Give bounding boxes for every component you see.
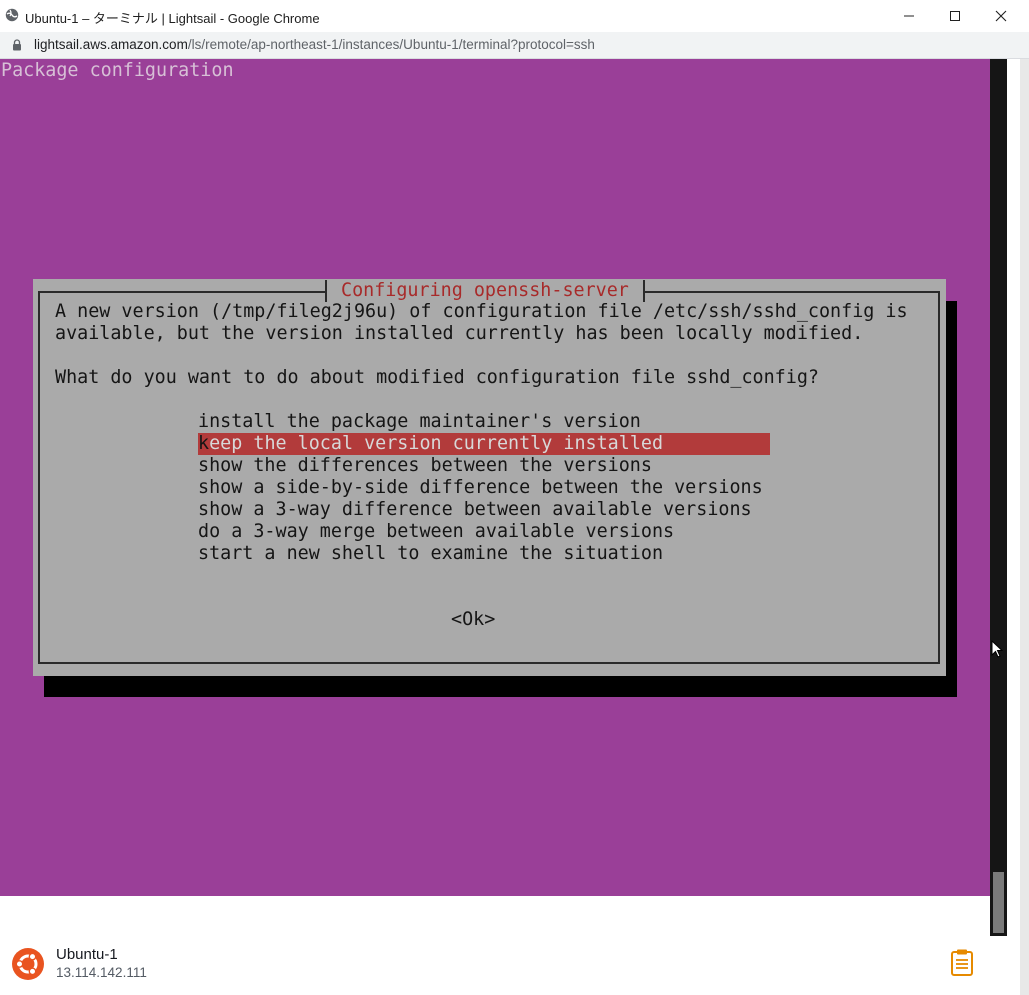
clipboard-icon[interactable] [950, 948, 974, 976]
url-text[interactable]: lightsail.aws.amazon.com/ls/remote/ap-no… [34, 37, 595, 52]
option-side-by-side-difference[interactable]: show a side-by-side difference between t… [198, 477, 763, 499]
mouse-cursor-icon [991, 640, 1003, 658]
selected-option-text: eep the local version currently installe… [209, 433, 664, 454]
dialog-title: Configuring openssh-server [325, 280, 645, 302]
close-button[interactable] [978, 0, 1024, 31]
terminal-header: Package configuration [1, 60, 234, 81]
window-title: Ubuntu-1 – ターミナル | Lightsail - Google Ch… [25, 11, 320, 26]
url-path: /ls/remote/ap-northeast-1/instances/Ubun… [187, 37, 595, 52]
option-show-differences[interactable]: show the differences between the version… [198, 455, 652, 477]
ok-button[interactable]: <Ok> [451, 609, 495, 631]
lock-icon [13, 39, 21, 51]
scrollbar-thumb[interactable] [993, 872, 1004, 933]
maximize-icon [950, 10, 960, 21]
browser-title-bar: Ubuntu-1 – ターミナル | Lightsail - Google Ch… [0, 0, 1029, 33]
option-start-new-shell[interactable]: start a new shell to examine the situati… [198, 543, 663, 565]
terminal-scrollbar[interactable] [990, 59, 1007, 936]
minimize-button[interactable] [886, 0, 932, 31]
option-3-way-difference[interactable]: show a 3-way difference between availabl… [198, 499, 752, 521]
globe-icon [5, 8, 19, 22]
address-bar[interactable]: lightsail.aws.amazon.com/ls/remote/ap-no… [0, 32, 1029, 59]
option-install-maintainer-version[interactable]: install the package maintainer's version [198, 411, 641, 433]
instance-footer: Ubuntu-1 13.114.142.111 [0, 936, 1007, 995]
dialog-message-line-2: available, but the version installed cur… [55, 323, 864, 344]
scrollbar-track[interactable] [990, 59, 1007, 936]
instance-ip: 13.114.142.111 [56, 965, 147, 980]
option-keep-local-version[interactable]: keep the local version currently install… [198, 433, 770, 455]
selected-option-hotkey: k [198, 433, 210, 454]
window-right-edge [1007, 59, 1029, 995]
close-icon [995, 10, 1007, 21]
ubuntu-logo-icon [12, 948, 44, 980]
dialog-message-line-1: A new version (/tmp/fileg2j96u) of confi… [55, 301, 908, 322]
maximize-button[interactable] [932, 0, 978, 31]
minimize-icon [904, 15, 914, 16]
terminal-screen[interactable]: Package configuration Configuring openss… [0, 59, 990, 896]
config-dialog: Configuring openssh-server A new version… [33, 279, 946, 676]
instance-name: Ubuntu-1 [56, 946, 118, 963]
dialog-question: What do you want to do about modified co… [55, 367, 819, 388]
url-host: lightsail.aws.amazon.com [34, 37, 188, 52]
option-3-way-merge[interactable]: do a 3-way merge between available versi… [198, 521, 674, 543]
background-window-strip [1020, 59, 1029, 995]
